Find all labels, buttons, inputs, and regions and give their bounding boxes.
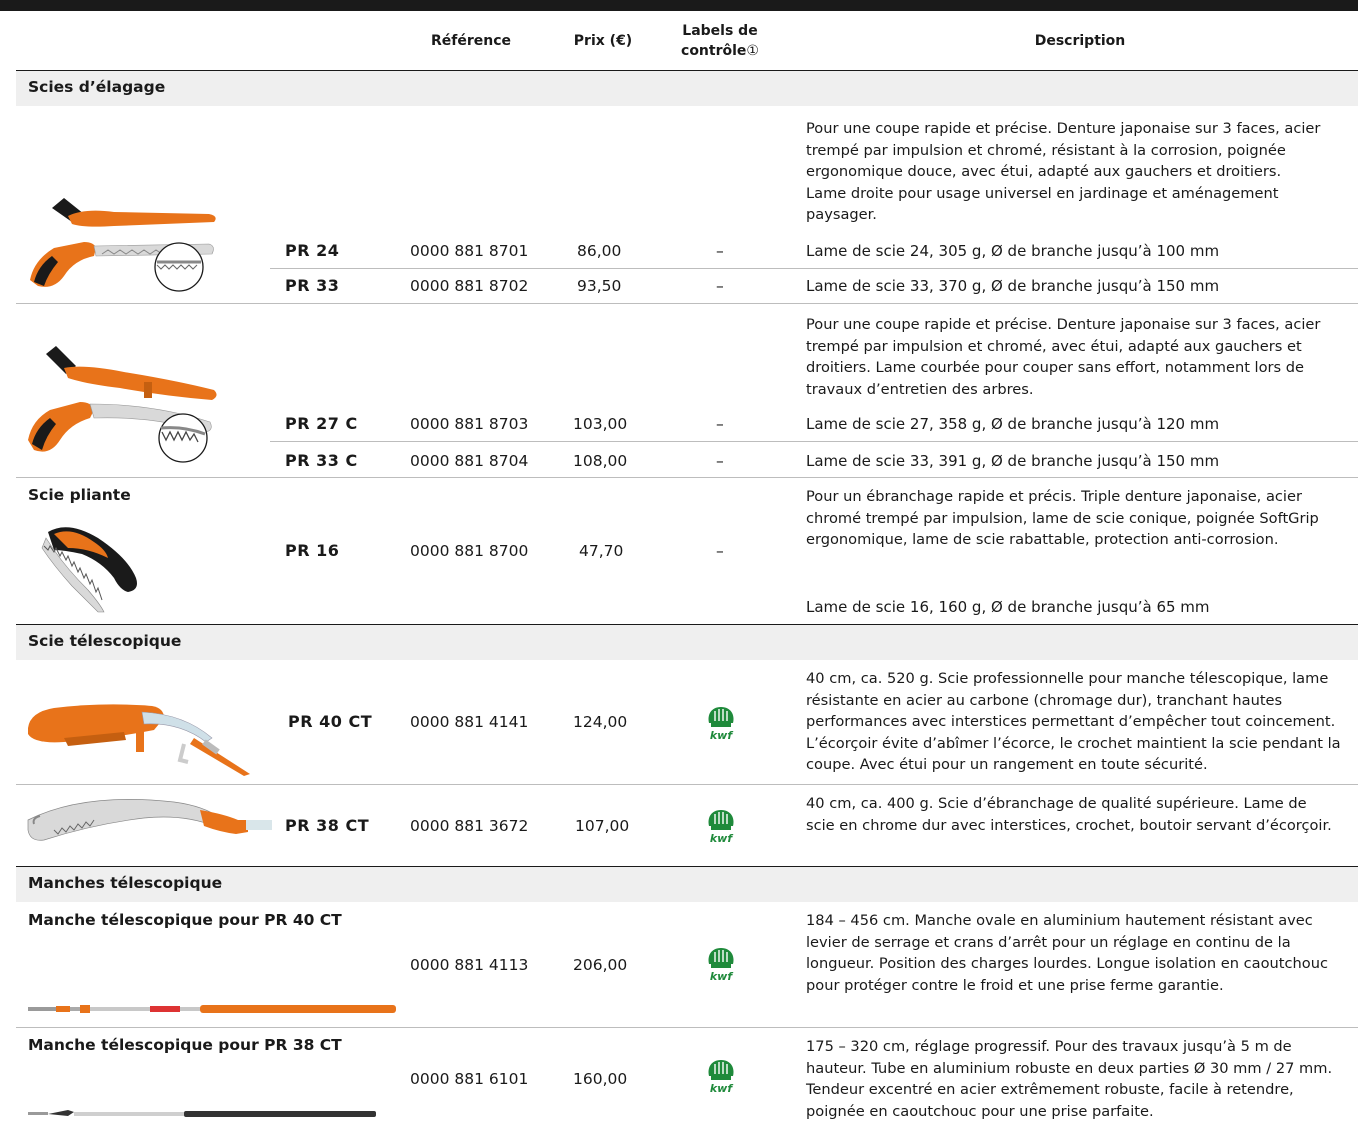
spec-pr24: Lame de scie 24, 305 g, Ø de branche jus… (806, 242, 1220, 260)
kwf-label-icon: kwf (705, 1058, 737, 1094)
description-manche-pr38: 175 – 320 cm, réglage progressif. Pour d… (806, 1038, 1333, 1120)
header-price: Prix (€) (573, 33, 633, 49)
model-pr27c: PR 27 C (285, 414, 358, 433)
label-pr27c: – (716, 415, 724, 433)
model-pr24: PR 24 (285, 241, 340, 260)
price-pr38ct: 107,00 (575, 817, 630, 835)
title-manche-pr38: Manche télescopique pour PR 38 CT (28, 1036, 342, 1054)
folding-saw-image (28, 520, 143, 615)
footnote-marker: ① (746, 43, 759, 59)
spec-pr33c: Lame de scie 33, 391 g, Ø de branche jus… (806, 452, 1220, 470)
section-band-telescopique: Scie télescopique (16, 625, 1358, 660)
ref-pr33: 0000 881 8702 (410, 277, 529, 295)
spec-pr16: Lame de scie 16, 160 g, Ø de branche jus… (806, 598, 1210, 616)
model-pr33c: PR 33 C (285, 451, 358, 470)
title-manche-pr40: Manche télescopique pour PR 40 CT (28, 911, 342, 929)
header-reference: Référence (430, 33, 512, 49)
model-pr38ct: PR 38 CT (285, 816, 370, 835)
telescopic-pole-pr40-image (28, 1002, 396, 1016)
pole-saw-pr38-image (24, 796, 274, 846)
price-manche-pr40: 206,00 (573, 956, 628, 974)
pruning-saw-straight-image (24, 190, 224, 300)
ref-pr24: 0000 881 8701 (410, 242, 529, 260)
description-group3: Pour un ébranchage rapide et précis. Tri… (806, 488, 1319, 548)
kwf-label-icon: kwf (705, 808, 737, 844)
kwf-label-text: kwf (710, 1082, 733, 1094)
kwf-label-icon: kwf (705, 946, 737, 982)
label-pr33c: – (716, 452, 724, 470)
section-title: Manches télescopique (28, 874, 223, 892)
model-pr40ct: PR 40 CT (288, 712, 373, 731)
price-manche-pr38: 160,00 (573, 1070, 628, 1088)
ref-pr27c: 0000 881 8703 (410, 415, 529, 433)
ref-manche-pr40: 0000 881 4113 (410, 956, 529, 974)
price-pr33: 93,50 (577, 277, 622, 295)
row-divider (270, 441, 1358, 442)
kwf-label-text: kwf (710, 970, 733, 982)
row-divider (16, 1027, 1358, 1028)
description-pr40ct: 40 cm, ca. 520 g. Scie professionnelle p… (806, 670, 1341, 773)
description-group1: Pour une coupe rapide et précise. Dentur… (806, 120, 1321, 223)
telescopic-pole-pr38-image (28, 1106, 376, 1120)
header-labels: Labels de contrôle① (660, 21, 780, 61)
description-manche-pr40: 184 – 456 cm. Manche ovale en aluminium … (806, 912, 1328, 994)
label-pr24: – (716, 242, 724, 260)
kwf-label-icon: kwf (705, 705, 737, 741)
spec-pr27c: Lame de scie 27, 358 g, Ø de branche jus… (806, 415, 1220, 433)
header-description: Description (1034, 33, 1126, 49)
top-bar (0, 0, 1358, 11)
price-pr40ct: 124,00 (573, 713, 628, 731)
price-pr24: 86,00 (577, 242, 622, 260)
description-pr38ct: 40 cm, ca. 400 g. Scie d’ébranchage de q… (806, 795, 1332, 834)
model-pr33: PR 33 (285, 276, 340, 295)
section-title: Scies d’élagage (28, 78, 166, 96)
group-divider (16, 477, 1358, 478)
row-divider (270, 268, 1358, 269)
header-labels-line1: Labels de (682, 23, 758, 39)
ref-pr33c: 0000 881 8704 (410, 452, 529, 470)
section-band-manches: Manches télescopique (16, 867, 1358, 902)
section-band-elagage: Scies d’élagage (16, 71, 1358, 106)
kwf-label-text: kwf (710, 832, 733, 844)
group-divider (16, 303, 1358, 304)
ref-pr40ct: 0000 881 4141 (410, 713, 529, 731)
ref-manche-pr38: 0000 881 6101 (410, 1070, 529, 1088)
header-labels-line2: contrôle (681, 43, 747, 59)
description-group2: Pour une coupe rapide et précise. Dentur… (806, 316, 1321, 398)
section-title: Scie télescopique (28, 632, 182, 650)
row-divider (16, 784, 1358, 785)
pruning-saw-curved-image (24, 344, 224, 464)
price-pr16: 47,70 (579, 542, 624, 560)
price-pr27c: 103,00 (573, 415, 628, 433)
kwf-label-text: kwf (710, 729, 733, 741)
model-pr16: PR 16 (285, 541, 340, 560)
pole-saw-pr40-image (24, 684, 254, 779)
spec-pr33: Lame de scie 33, 370 g, Ø de branche jus… (806, 277, 1220, 295)
section-title-pliante: Scie pliante (28, 486, 131, 504)
price-pr33c: 108,00 (573, 452, 628, 470)
ref-pr16: 0000 881 8700 (410, 542, 529, 560)
label-pr33: – (716, 277, 724, 295)
ref-pr38ct: 0000 881 3672 (410, 817, 529, 835)
label-pr16: – (716, 542, 724, 560)
